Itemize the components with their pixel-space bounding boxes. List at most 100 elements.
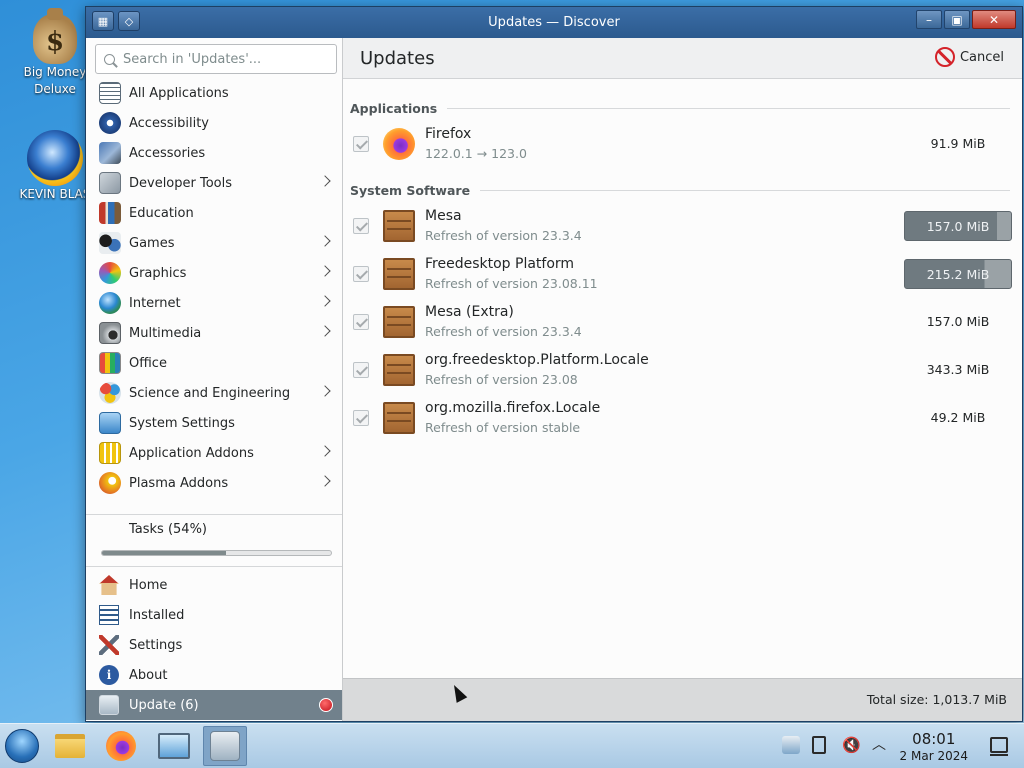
nav-label: About	[129, 667, 168, 683]
chevron-right-icon	[319, 325, 331, 337]
tasks-progress-bar	[101, 550, 332, 556]
update-icon	[99, 695, 119, 715]
chevron-right-icon	[319, 385, 331, 397]
nav-settings[interactable]: Settings	[86, 630, 342, 660]
chevron-right-icon	[319, 475, 331, 487]
category-label: Plasma Addons	[129, 475, 229, 491]
updates-tray-icon[interactable]	[782, 736, 800, 754]
category-label: System Settings	[129, 415, 235, 431]
category-label: Accessibility	[129, 115, 209, 131]
cancel-button[interactable]: Cancel	[934, 47, 1004, 67]
update-item-freedesktop-platform[interactable]: Freedesktop Platform Refresh of version …	[343, 251, 1023, 299]
multimedia-icon	[99, 322, 121, 344]
category-accessories[interactable]: Accessories	[86, 138, 342, 168]
category-developer-tools[interactable]: Developer Tools	[86, 168, 342, 198]
clock[interactable]: 08:01 2 Mar 2024	[900, 730, 968, 764]
category-games[interactable]: Games	[86, 228, 342, 258]
taskbar-file-manager[interactable]	[48, 726, 92, 766]
update-name: org.mozilla.firefox.Locale	[425, 400, 601, 416]
tasks-progress[interactable]: Tasks (54%)	[86, 519, 342, 556]
update-item-mesa[interactable]: Mesa Refresh of version 23.3.4 157.0 MiB	[343, 203, 1023, 251]
category-office[interactable]: Office	[86, 348, 342, 378]
sidebar: All Applications Accessibility Accessori…	[86, 38, 343, 721]
update-name: Freedesktop Platform	[425, 256, 575, 272]
file-manager-icon	[55, 734, 85, 758]
nav-update[interactable]: Update (6)	[86, 690, 342, 720]
update-checkbox[interactable]	[353, 410, 369, 426]
update-detail: Refresh of version 23.3.4	[425, 324, 582, 339]
category-multimedia[interactable]: Multimedia	[86, 318, 342, 348]
start-orb-icon	[5, 729, 39, 763]
nav-home[interactable]: Home	[86, 570, 342, 600]
nav-list: Home Installed Settings i About Update (…	[86, 570, 342, 720]
package-icon	[383, 258, 415, 290]
category-application-addons[interactable]: Application Addons	[86, 438, 342, 468]
taskbar-system-monitor[interactable]	[152, 726, 196, 766]
category-internet[interactable]: Internet	[86, 288, 342, 318]
update-size: 343.3 MiB	[926, 362, 990, 377]
update-checkbox[interactable]	[353, 266, 369, 282]
search-input[interactable]	[123, 51, 323, 67]
minimize-button[interactable]: –	[916, 10, 942, 29]
taskbar-discover[interactable]	[203, 726, 247, 766]
package-icon	[383, 354, 415, 386]
chevron-right-icon	[319, 175, 331, 187]
update-detail: Refresh of version 23.08	[425, 372, 578, 387]
firefox-icon	[383, 128, 415, 160]
nav-about[interactable]: i About	[86, 660, 342, 690]
section-title: System Software	[350, 183, 471, 198]
internet-icon	[99, 292, 121, 314]
chevron-up-icon[interactable]: ︿	[872, 736, 890, 754]
update-checkbox[interactable]	[353, 136, 369, 152]
update-item-firefox[interactable]: Firefox 122.0.1 → 123.0 91.9 MiB	[343, 121, 1023, 169]
category-education[interactable]: Education	[86, 198, 342, 228]
update-detail: Refresh of version 23.3.4	[425, 228, 582, 243]
category-label: All Applications	[129, 85, 229, 101]
category-system-settings[interactable]: System Settings	[86, 408, 342, 438]
nav-label: Settings	[129, 637, 183, 653]
update-item-mesa-extra[interactable]: Mesa (Extra) Refresh of version 23.3.4 1…	[343, 299, 1023, 347]
clock-time: 08:01	[912, 730, 956, 748]
category-label: Science and Engineering	[129, 385, 291, 401]
clipboard-icon[interactable]	[812, 736, 826, 754]
update-size: 157.0 MiB	[926, 314, 990, 329]
taskbar: 🔇 ︿ 08:01 2 Mar 2024	[0, 723, 1024, 768]
nav-installed[interactable]: Installed	[86, 600, 342, 630]
search-box[interactable]	[95, 44, 337, 74]
installed-icon	[99, 605, 119, 625]
update-item-freedesktop-platform-locale[interactable]: org.freedesktop.Platform.Locale Refresh …	[343, 347, 1023, 395]
section-divider	[447, 108, 1010, 109]
update-checkbox[interactable]	[353, 314, 369, 330]
update-item-firefox-locale[interactable]: org.mozilla.firefox.Locale Refresh of ve…	[343, 395, 1023, 443]
chevron-right-icon	[319, 445, 331, 457]
category-all-applications[interactable]: All Applications	[86, 78, 342, 108]
update-detail: 122.0.1 → 123.0	[425, 146, 527, 161]
category-label: Education	[129, 205, 194, 221]
category-accessibility[interactable]: Accessibility	[86, 108, 342, 138]
games-icon	[99, 232, 121, 254]
maximize-button[interactable]: ▣	[944, 10, 970, 29]
category-graphics[interactable]: Graphics	[86, 258, 342, 288]
category-plasma-addons[interactable]: Plasma Addons	[86, 468, 342, 498]
close-button[interactable]: ✕	[972, 10, 1016, 29]
nav-label: Home	[129, 577, 168, 593]
taskbar-firefox[interactable]	[99, 726, 143, 766]
update-checkbox[interactable]	[353, 218, 369, 234]
update-size: 91.9 MiB	[930, 136, 986, 151]
about-icon: i	[99, 665, 119, 685]
developer-tools-icon	[99, 172, 121, 194]
cancel-icon	[934, 47, 955, 67]
plasma-addons-icon	[99, 472, 121, 494]
update-name: Firefox	[425, 126, 472, 142]
category-science-and-engineering[interactable]: Science and Engineering	[86, 378, 342, 408]
window-titlebar[interactable]: ▦ ◇ Updates — Discover – ▣ ✕	[86, 7, 1022, 38]
update-name: Mesa (Extra)	[425, 304, 514, 320]
chevron-right-icon	[319, 265, 331, 277]
volume-muted-icon[interactable]: 🔇	[842, 736, 861, 754]
start-button[interactable]	[0, 726, 44, 766]
cancel-label: Cancel	[959, 49, 1004, 65]
section-title: Applications	[350, 101, 438, 116]
show-desktop-icon[interactable]	[990, 737, 1008, 756]
update-name: org.freedesktop.Platform.Locale	[425, 352, 649, 368]
update-checkbox[interactable]	[353, 362, 369, 378]
